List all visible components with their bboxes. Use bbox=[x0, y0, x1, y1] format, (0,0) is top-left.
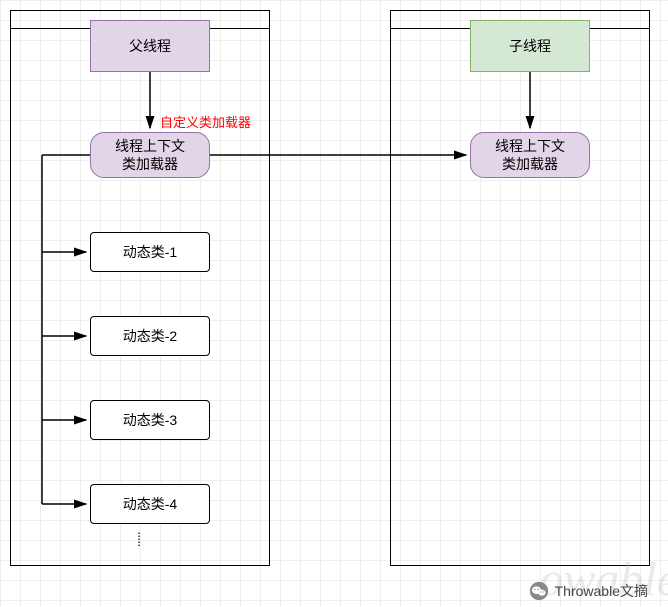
child-thread-title: 子线程 bbox=[470, 20, 590, 72]
parent-thread-container bbox=[10, 10, 270, 566]
dynamic-class-box: 动态类-2 bbox=[90, 316, 210, 356]
dynamic-class-label: 动态类-4 bbox=[123, 495, 177, 513]
dynamic-class-label: 动态类-1 bbox=[123, 243, 177, 261]
dynamic-class-box: 动态类-1 bbox=[90, 232, 210, 272]
child-context-loader-label: 线程上下文 类加载器 bbox=[495, 137, 565, 173]
dynamic-class-box: 动态类-4 bbox=[90, 484, 210, 524]
footer-brand-label: Throwable文摘 bbox=[555, 581, 648, 601]
custom-classloader-annotation: 自定义类加载器 bbox=[160, 112, 251, 131]
parent-context-loader-label: 线程上下文 类加载器 bbox=[115, 137, 185, 173]
child-thread-label: 子线程 bbox=[509, 37, 551, 55]
ellipsis-dots: ..... bbox=[134, 528, 144, 543]
parent-thread-label: 父线程 bbox=[129, 37, 171, 55]
footer-brand: Throwable文摘 bbox=[529, 581, 648, 601]
child-context-loader: 线程上下文 类加载器 bbox=[470, 132, 590, 178]
parent-context-loader: 线程上下文 类加载器 bbox=[90, 132, 210, 178]
parent-thread-title: 父线程 bbox=[90, 20, 210, 72]
child-thread-container bbox=[390, 10, 650, 566]
wechat-icon bbox=[529, 581, 549, 601]
dynamic-class-box: 动态类-3 bbox=[90, 400, 210, 440]
dynamic-class-label: 动态类-3 bbox=[123, 411, 177, 429]
dynamic-class-label: 动态类-2 bbox=[123, 327, 177, 345]
